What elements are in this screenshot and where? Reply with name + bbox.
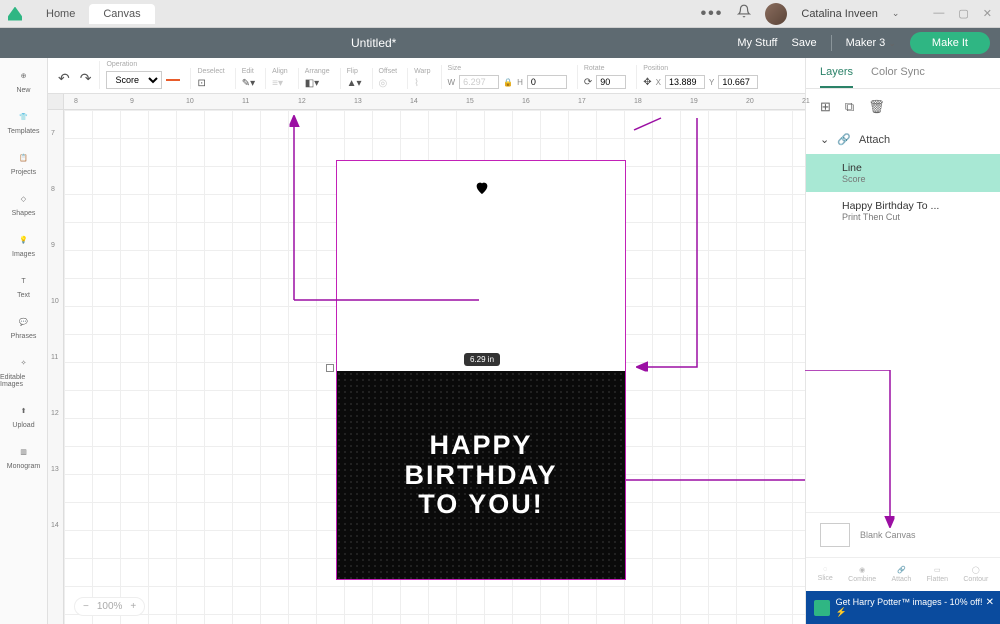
attach-group-row[interactable]: ⌄ 🔗 Attach	[806, 125, 1000, 154]
position-icon[interactable]: ✥	[643, 77, 651, 88]
op-slice[interactable]: ◌Slice	[818, 566, 833, 583]
flip-icon[interactable]: ▲▾	[347, 78, 362, 89]
layers-panel: Layers Color Sync ⊞ ⧉ 🗑 ⌄ 🔗 Attach Line …	[805, 58, 1000, 624]
nav-phrases[interactable]: 💬Phrases	[0, 308, 47, 345]
username[interactable]: Catalina Inveen	[801, 8, 877, 20]
nav-projects[interactable]: 📋Projects	[0, 144, 47, 181]
selection-handle[interactable]	[326, 364, 334, 372]
nav-upload[interactable]: ⬆Upload	[0, 397, 47, 434]
operation-select[interactable]: Score	[106, 71, 162, 89]
title-bar: Home Canvas ••• Catalina Inveen ⌄ — ▢ ✕	[0, 0, 1000, 28]
offset-label: Offset	[379, 68, 398, 75]
duplicate-icon[interactable]: ⧉	[845, 99, 854, 115]
layer-happy-birthday[interactable]: Happy Birthday To ... Print Then Cut	[806, 192, 1000, 230]
minimize-icon[interactable]: —	[933, 7, 944, 20]
redo-icon[interactable]: ↷	[80, 70, 92, 87]
avatar[interactable]	[765, 3, 787, 25]
group-icon[interactable]: ⊞	[820, 99, 831, 115]
position-label: Position	[643, 65, 758, 72]
attach-icon: 🔗	[837, 133, 851, 146]
delete-icon[interactable]: 🗑	[868, 99, 885, 115]
canvas-grid[interactable]: 6.29 in HAPPY BIRTHDAY TO YOU!	[64, 110, 805, 624]
ruler-corner	[48, 94, 64, 110]
nav-images[interactable]: 💡Images	[0, 226, 47, 263]
zoom-in-icon[interactable]: +	[130, 601, 136, 612]
close-icon[interactable]: ✕	[983, 7, 992, 20]
edit-label: Edit	[242, 68, 255, 75]
nav-templates[interactable]: 👕Templates	[0, 103, 47, 140]
align-icon[interactable]: ≡▾	[272, 78, 283, 89]
my-stuff-link[interactable]: My Stuff	[737, 37, 777, 49]
promo-close-icon[interactable]: ✕	[986, 597, 994, 608]
arrange-label: Arrange	[305, 68, 330, 75]
ruler-horizontal: 89101112131415161718192021	[64, 94, 805, 110]
maximize-icon[interactable]: ▢	[958, 7, 968, 20]
nav-editable-images[interactable]: ✧Editable Images	[0, 349, 47, 393]
tab-color-sync[interactable]: Color Sync	[871, 58, 925, 88]
more-menu-icon[interactable]: •••	[701, 5, 724, 23]
toolbar: ↶ ↷ Operation Score Deselect ⊡ Edit ✎▾ Ali…	[48, 58, 805, 94]
deselect-label: Deselect	[197, 68, 224, 75]
make-it-button[interactable]: Make It	[910, 32, 990, 54]
arrange-icon[interactable]: ◧▾	[305, 78, 319, 89]
flip-label: Flip	[347, 68, 362, 75]
height-input[interactable]	[527, 75, 567, 89]
tab-layers[interactable]: Layers	[820, 58, 853, 88]
blank-canvas-row[interactable]: Blank Canvas	[806, 512, 1000, 557]
undo-icon[interactable]: ↶	[58, 70, 70, 87]
promo-banner[interactable]: Get Harry Potter™ images - 10% off! ⚡ ✕	[806, 591, 1000, 624]
op-attach[interactable]: 🔗Attach	[891, 566, 911, 583]
zoom-value: 100%	[97, 601, 123, 612]
machine-select[interactable]: Maker 3 ⌄	[846, 37, 896, 49]
operation-label: Operation	[106, 61, 180, 68]
nav-shapes[interactable]: ◇Shapes	[0, 185, 47, 222]
score-line-icon	[166, 79, 180, 81]
zoom-control[interactable]: − 100% +	[74, 597, 145, 616]
width-input[interactable]	[459, 75, 499, 89]
promo-badge-icon	[814, 600, 830, 616]
nav-new[interactable]: ⊕New	[0, 62, 47, 99]
warp-icon[interactable]: ⌇	[414, 78, 419, 89]
pos-x-input[interactable]	[665, 75, 705, 89]
op-combine[interactable]: ◉Combine	[848, 566, 876, 583]
size-label: Size	[448, 65, 567, 72]
selection-bounds[interactable]	[336, 160, 626, 580]
app-logo	[8, 7, 22, 21]
user-menu-chevron-icon[interactable]: ⌄	[892, 8, 900, 19]
tab-home[interactable]: Home	[32, 4, 89, 24]
nav-monogram[interactable]: ▥Monogram	[0, 438, 47, 475]
zoom-out-icon[interactable]: −	[83, 601, 89, 612]
collapse-icon[interactable]: ⌄	[820, 133, 829, 146]
divider	[831, 35, 832, 51]
size-indicator: 6.29 in	[464, 353, 500, 366]
bell-icon[interactable]	[737, 4, 751, 23]
align-label: Align	[272, 68, 288, 75]
op-flatten[interactable]: ▭Flatten	[927, 566, 948, 583]
op-contour[interactable]: ◯Contour	[963, 566, 988, 583]
tab-canvas[interactable]: Canvas	[89, 4, 154, 24]
offset-icon[interactable]: ◎	[379, 78, 388, 89]
rotate-label: Rotate	[584, 65, 626, 72]
left-sidebar: ⊕New 👕Templates 📋Projects ◇Shapes 💡Image…	[0, 58, 48, 624]
save-link[interactable]: Save	[791, 37, 816, 49]
project-title[interactable]: Untitled*	[351, 36, 396, 50]
nav-text[interactable]: TText	[0, 267, 47, 304]
layer-line[interactable]: Line Score	[806, 154, 1000, 192]
canvas-swatch[interactable]	[820, 523, 850, 547]
warp-label: Warp	[414, 68, 430, 75]
lock-icon[interactable]: 🔒	[503, 78, 513, 87]
header-bar: Untitled* My Stuff Save Maker 3 ⌄ Make I…	[0, 28, 1000, 58]
ruler-vertical: 7891011121314	[48, 110, 64, 624]
rotate-input[interactable]	[596, 75, 626, 89]
deselect-icon[interactable]: ⊡	[197, 78, 205, 89]
pos-y-input[interactable]	[718, 75, 758, 89]
edit-icon[interactable]: ✎▾	[242, 78, 255, 89]
rotate-icon[interactable]: ⟳	[584, 77, 592, 88]
